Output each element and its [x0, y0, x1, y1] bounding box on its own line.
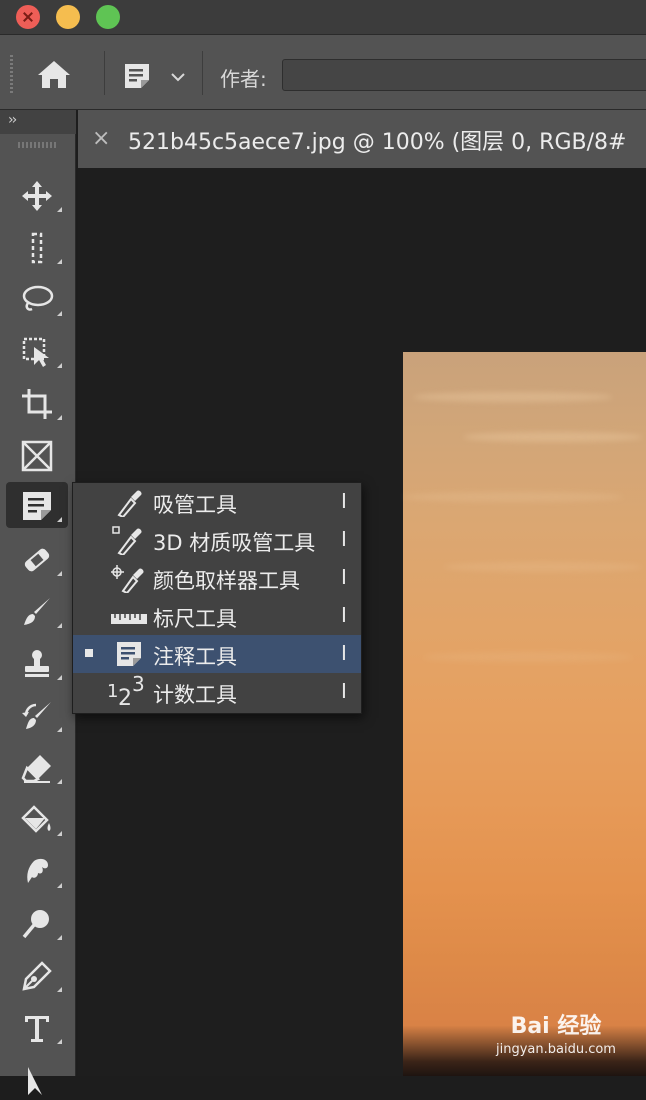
- window-titlebar: [0, 0, 646, 34]
- object-selection-icon: [22, 337, 49, 367]
- flyout-item-ruler[interactable]: 标尺工具 I: [73, 597, 361, 635]
- minimize-window-button[interactable]: [56, 5, 80, 29]
- flyout-item-shortcut: I: [341, 527, 347, 551]
- move-icon: [22, 181, 52, 211]
- pen-icon: [22, 961, 52, 991]
- bandage-icon: [24, 548, 50, 572]
- eraser-tool[interactable]: [6, 744, 68, 790]
- flyout-item-shortcut: I: [341, 565, 347, 589]
- clone-stamp-tool[interactable]: [6, 640, 68, 686]
- svg-text:2: 2: [118, 686, 132, 707]
- color-sampler-icon: [111, 565, 144, 593]
- svg-text:1: 1: [107, 681, 118, 702]
- history-brush-tool[interactable]: [6, 692, 68, 738]
- stamp-icon: [25, 650, 49, 677]
- options-bar-grip[interactable]: [10, 55, 13, 95]
- tool-preset-button[interactable]: [122, 61, 152, 91]
- note-tool[interactable]: [6, 482, 68, 528]
- eyedropper-icon: [117, 490, 142, 517]
- note-icon: [125, 64, 149, 88]
- document-tab-bar: × 521b45c5aece7.jpg @ 100% (图层 0, RGB/8#: [78, 110, 646, 168]
- history-brush-icon: [22, 702, 51, 729]
- tool-flyout-menu: 吸管工具 I 3D 材质吸管工具 I 颜色取样器工具 I 标尺工具 I 注释工具…: [72, 482, 362, 714]
- note-icon: [117, 642, 141, 666]
- pen-tool[interactable]: [6, 952, 68, 998]
- flyout-item-label: 吸管工具: [153, 493, 237, 517]
- flyout-item-eyedropper[interactable]: 吸管工具 I: [73, 483, 361, 521]
- paint-bucket-tool[interactable]: [6, 796, 68, 842]
- selected-indicator: [85, 649, 93, 657]
- svg-text:3: 3: [132, 675, 145, 696]
- marquee-icon: [31, 232, 43, 264]
- flyout-item-color-sampler[interactable]: 颜色取样器工具 I: [73, 559, 361, 597]
- flyout-item-label: 3D 材质吸管工具: [153, 531, 316, 555]
- path-selection-tool[interactable]: [6, 1054, 68, 1100]
- home-icon: [38, 61, 70, 88]
- chevron-down-icon: [171, 73, 185, 82]
- move-tool[interactable]: [6, 172, 68, 218]
- flyout-item-note[interactable]: 注释工具 I: [73, 635, 361, 673]
- tools-panel-header: ››: [0, 110, 76, 134]
- baidu-watermark: Bai 经验 jingyan.baidu.com: [496, 1008, 616, 1057]
- author-input[interactable]: [282, 59, 646, 91]
- flyout-item-label: 颜色取样器工具: [153, 569, 300, 593]
- close-tab-icon[interactable]: ×: [92, 126, 110, 151]
- tools-panel-grip[interactable]: [18, 142, 56, 148]
- healing-brush-tool[interactable]: [6, 536, 68, 582]
- expand-panel-icon[interactable]: ››: [8, 112, 17, 128]
- flyout-item-label: 计数工具: [153, 683, 237, 707]
- watermark-logo: Bai 经验: [510, 1014, 602, 1039]
- note-icon: [23, 492, 51, 520]
- flyout-item-shortcut: I: [341, 641, 347, 665]
- paint-bucket-icon: [21, 805, 51, 833]
- 3d-eyedropper-icon: [112, 526, 142, 555]
- document-tab[interactable]: × 521b45c5aece7.jpg @ 100% (图层 0, RGB/8#: [78, 110, 646, 168]
- tool-preset-dropdown[interactable]: [170, 69, 186, 83]
- smudge-tool[interactable]: [6, 848, 68, 894]
- lasso-tool[interactable]: [6, 276, 68, 322]
- object-selection-tool[interactable]: [6, 328, 68, 374]
- options-separator: [202, 51, 203, 95]
- close-window-button[interactable]: [16, 5, 40, 29]
- lasso-icon: [22, 285, 54, 311]
- tools-panel: ››: [0, 110, 76, 1095]
- home-button[interactable]: [34, 57, 74, 91]
- dodge-icon: [22, 910, 49, 939]
- flyout-item-shortcut: I: [341, 603, 347, 627]
- crop-icon: [22, 389, 52, 419]
- options-bar: 作者:: [0, 34, 646, 110]
- ruler-icon: [111, 614, 147, 624]
- author-label: 作者:: [220, 67, 267, 91]
- frame-icon: [21, 440, 53, 472]
- flyout-item-count[interactable]: 1 2 3 计数工具 I: [73, 673, 361, 711]
- flyout-item-shortcut: I: [341, 489, 347, 513]
- crop-tool[interactable]: [6, 380, 68, 426]
- sunset-photo: [403, 352, 646, 1076]
- flyout-item-shortcut: I: [341, 679, 347, 703]
- options-separator: [104, 51, 105, 95]
- flyout-item-label: 注释工具: [153, 645, 237, 669]
- eraser-icon: [21, 755, 51, 783]
- brush-icon: [24, 598, 50, 625]
- maximize-window-button[interactable]: [96, 5, 120, 29]
- frame-tool[interactable]: [6, 432, 68, 478]
- flyout-item-3d-eyedropper[interactable]: 3D 材质吸管工具 I: [73, 521, 361, 559]
- path-selection-icon: [28, 1067, 42, 1095]
- watermark-url: jingyan.baidu.com: [496, 1042, 616, 1057]
- type-icon: [25, 1016, 49, 1042]
- marquee-tool[interactable]: [6, 224, 68, 270]
- document-tab-title: 521b45c5aece7.jpg @ 100% (图层 0, RGB/8#: [128, 130, 627, 155]
- flyout-item-label: 标尺工具: [153, 607, 237, 631]
- count-icon: 1 2 3: [107, 675, 145, 707]
- brush-tool[interactable]: [6, 588, 68, 634]
- dodge-tool[interactable]: [6, 900, 68, 946]
- smudge-icon: [27, 858, 48, 883]
- type-tool[interactable]: [6, 1004, 68, 1050]
